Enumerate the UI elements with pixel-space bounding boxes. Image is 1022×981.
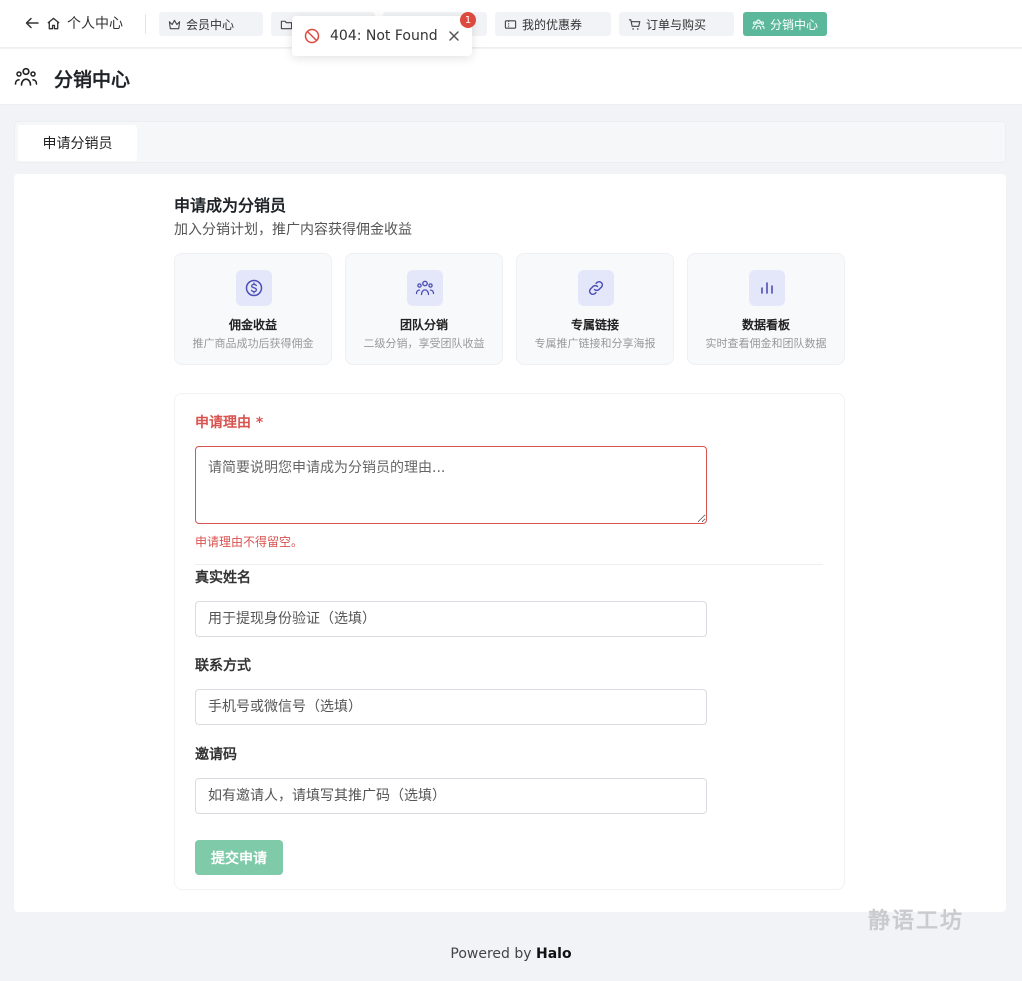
bar-chart-icon [749,270,785,306]
reason-textarea[interactable] [195,446,707,524]
toast-count-badge: 1 [460,12,476,28]
feature-title: 团队分销 [399,318,448,332]
ticket-icon [504,19,517,29]
close-icon [449,31,459,41]
crown-icon [168,19,181,29]
users-icon [14,65,38,93]
page-header: 分销中心 [0,49,1022,105]
home-link-label: 个人中心 [67,16,123,32]
users-icon [752,18,765,30]
feature-card-link: 专属链接 专属推广链接和分享海报 [516,253,674,365]
home-icon [47,17,60,29]
apply-subtitle: 加入分销计划，推广内容获得佣金收益 [174,222,412,238]
error-toast: 404: Not Found [292,16,472,56]
feature-description: 实时查看佣金和团队数据 [705,337,827,350]
arrow-left-icon [25,17,39,29]
contact-label: 联系方式 [195,658,251,674]
page-title: 分销中心 [54,69,131,91]
home-link[interactable]: 个人中心 [46,12,123,34]
tab-member-center[interactable]: 会员中心 [159,12,263,36]
feature-title: 数据看板 [741,318,790,332]
tab-my-coupons[interactable]: 我的优惠券 [495,12,611,36]
tab-label: 分销中心 [770,17,819,32]
feature-card-commission: 佣金收益 推广商品成功后获得佣金 [174,253,332,365]
footer: Powered by Halo [0,946,1022,962]
prohibited-icon [304,28,320,44]
reason-error-message: 申请理由不得留空。 [195,535,304,549]
submit-application-button[interactable]: 提交申请 [195,840,283,875]
toast-close-button[interactable] [448,30,460,42]
toast-message: 404: Not Found [330,28,438,44]
invite-code-input[interactable] [195,778,707,814]
nav-divider [145,14,146,34]
cart-icon [628,18,641,30]
coin-icon [236,270,272,306]
feature-description: 专属推广链接和分享海报 [534,337,656,350]
tab-label: 会员中心 [186,17,235,32]
tab-apply-distributor[interactable]: 申请分销员 [18,125,137,161]
watermark: 静语工坊 [868,909,965,934]
apply-title: 申请成为分销员 [174,196,287,215]
tab-orders[interactable]: 订单与购买 [619,12,734,36]
section-tabs: 申请分销员 [14,121,1006,163]
invite-code-label: 邀请码 [195,747,237,763]
team-icon [407,270,443,306]
link-icon [578,270,614,306]
feature-description: 推广商品成功后获得佣金 [192,337,314,350]
feature-title: 佣金收益 [228,318,277,332]
tab-label: 我的优惠券 [522,17,583,32]
reason-label: 申请理由 * [195,415,264,431]
footer-brand-link[interactable]: Halo [536,946,572,962]
real-name-label: 真实姓名 [195,570,251,586]
feature-title: 专属链接 [570,318,619,332]
top-navigation: 个人中心 会员中心 我的优惠券 订单与购买 分销中心 [0,0,1022,48]
real-name-input[interactable] [195,601,707,637]
contact-input[interactable] [195,689,707,725]
tab-distribution-center[interactable]: 分销中心 [743,12,827,36]
feature-description: 二级分销，享受团队收益 [363,337,485,350]
tab-label: 订单与购买 [646,17,707,32]
form-divider [195,564,823,565]
back-button[interactable] [22,13,42,33]
feature-card-team: 团队分销 二级分销，享受团队收益 [345,253,503,365]
feature-card-dashboard: 数据看板 实时查看佣金和团队数据 [687,253,845,365]
footer-prefix: Powered by [450,946,536,962]
